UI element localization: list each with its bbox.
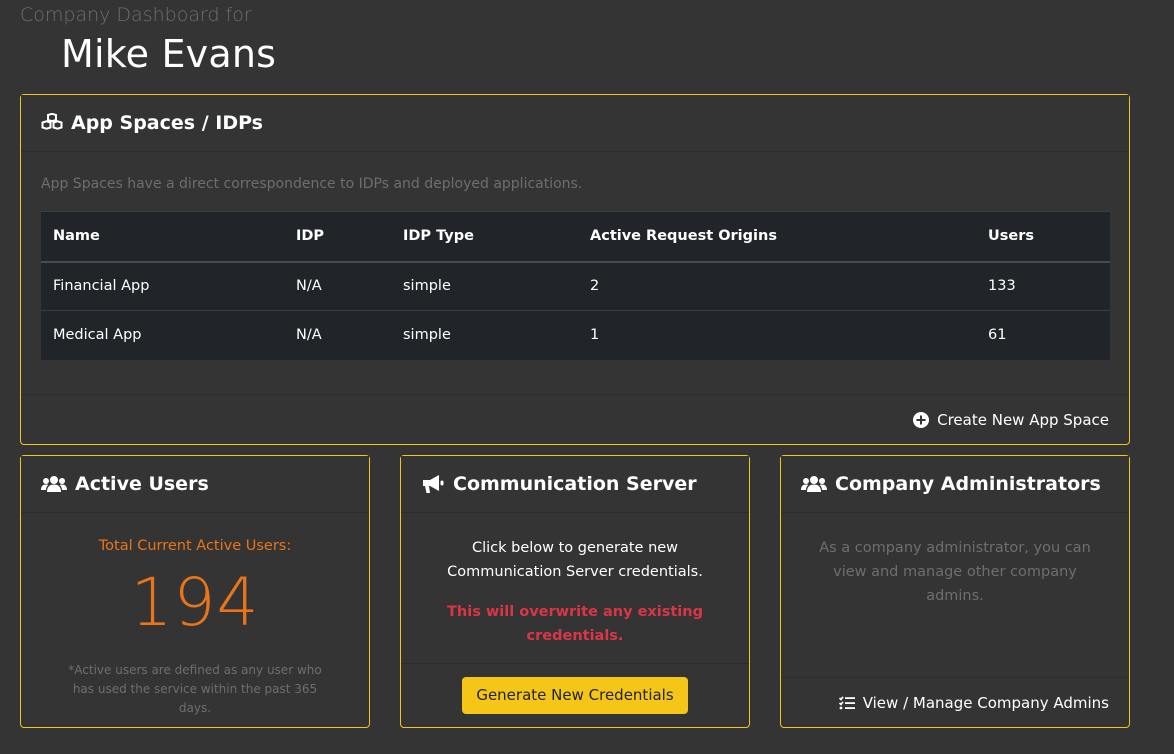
page-subtitle: Company Dashboard for: [20, 4, 252, 26]
cell-idp-type: simple: [391, 310, 578, 360]
cell-idp-type: simple: [391, 261, 578, 311]
list-check-icon: [838, 695, 855, 709]
view-manage-admins-link[interactable]: View / Manage Company Admins: [838, 693, 1109, 712]
active-users-count: 194: [130, 564, 260, 641]
active-users-note: *Active users are defined as any user wh…: [68, 663, 322, 715]
cell-active-request-origins: 1: [578, 310, 976, 360]
column-header-active-request-origins[interactable]: Active Request Origins: [578, 211, 976, 263]
communication-server-header: Communication Server: [401, 456, 749, 513]
app-spaces-title: App Spaces / IDPs: [71, 112, 263, 134]
company-administrators-text: As a company administrator, you can view…: [819, 540, 1091, 604]
communication-server-warning: This will overwrite any existing credent…: [447, 604, 703, 644]
app-spaces-header: App Spaces / IDPs: [21, 95, 1129, 152]
column-header-name[interactable]: Name: [41, 211, 284, 263]
view-manage-admins-label: View / Manage Company Admins: [862, 693, 1109, 712]
users-icon: [41, 475, 67, 493]
active-users-header: Active Users: [21, 456, 369, 513]
active-users-card: Active Users Total Current Active Users:…: [20, 455, 370, 728]
table-row[interactable]: Financial App N/A simple 2 133: [41, 261, 1110, 311]
megaphone-icon: [421, 474, 445, 494]
column-header-idp[interactable]: IDP: [284, 211, 391, 263]
company-administrators-title: Company Administrators: [835, 473, 1101, 495]
generate-credentials-button[interactable]: Generate New Credentials: [462, 677, 688, 714]
company-administrators-footer: View / Manage Company Admins: [781, 677, 1129, 727]
column-header-users[interactable]: Users: [976, 211, 1110, 263]
create-app-space-label: Create New App Space: [937, 410, 1109, 429]
cell-idp: N/A: [284, 310, 391, 360]
app-spaces-footer: Create New App Space: [21, 394, 1129, 444]
plus-circle-icon: [913, 411, 930, 428]
cell-users: 133: [976, 261, 1110, 311]
app-spaces-table: Name IDP IDP Type Active Request Origins…: [41, 211, 1110, 360]
communication-server-footer: Generate New Credentials: [401, 663, 749, 727]
cell-users: 61: [976, 310, 1110, 360]
cell-name[interactable]: Financial App: [41, 261, 284, 311]
cubes-icon: [41, 113, 63, 133]
company-administrators-header: Company Administrators: [781, 456, 1129, 513]
table-header-row: Name IDP IDP Type Active Request Origins…: [41, 211, 1110, 263]
app-spaces-card: App Spaces / IDPs App Spaces have a dire…: [20, 94, 1130, 445]
column-header-idp-type[interactable]: IDP Type: [391, 211, 578, 263]
page-title: Mike Evans: [61, 32, 277, 76]
users-icon: [801, 475, 827, 493]
company-administrators-card: Company Administrators As a company admi…: [780, 455, 1130, 728]
cell-active-request-origins: 2: [578, 261, 976, 311]
cell-name[interactable]: Medical App: [41, 310, 284, 360]
app-spaces-description: App Spaces have a direct correspondence …: [41, 176, 583, 192]
cell-idp: N/A: [284, 261, 391, 311]
active-users-title: Active Users: [75, 473, 209, 495]
communication-server-title: Communication Server: [453, 473, 697, 495]
create-app-space-button[interactable]: Create New App Space: [913, 411, 1109, 429]
active-users-label: Total Current Active Users:: [98, 538, 292, 554]
communication-server-text: Click below to generate new Communicatio…: [447, 540, 703, 580]
table-row[interactable]: Medical App N/A simple 1 61: [41, 310, 1110, 360]
communication-server-card: Communication Server Click below to gene…: [400, 455, 750, 728]
